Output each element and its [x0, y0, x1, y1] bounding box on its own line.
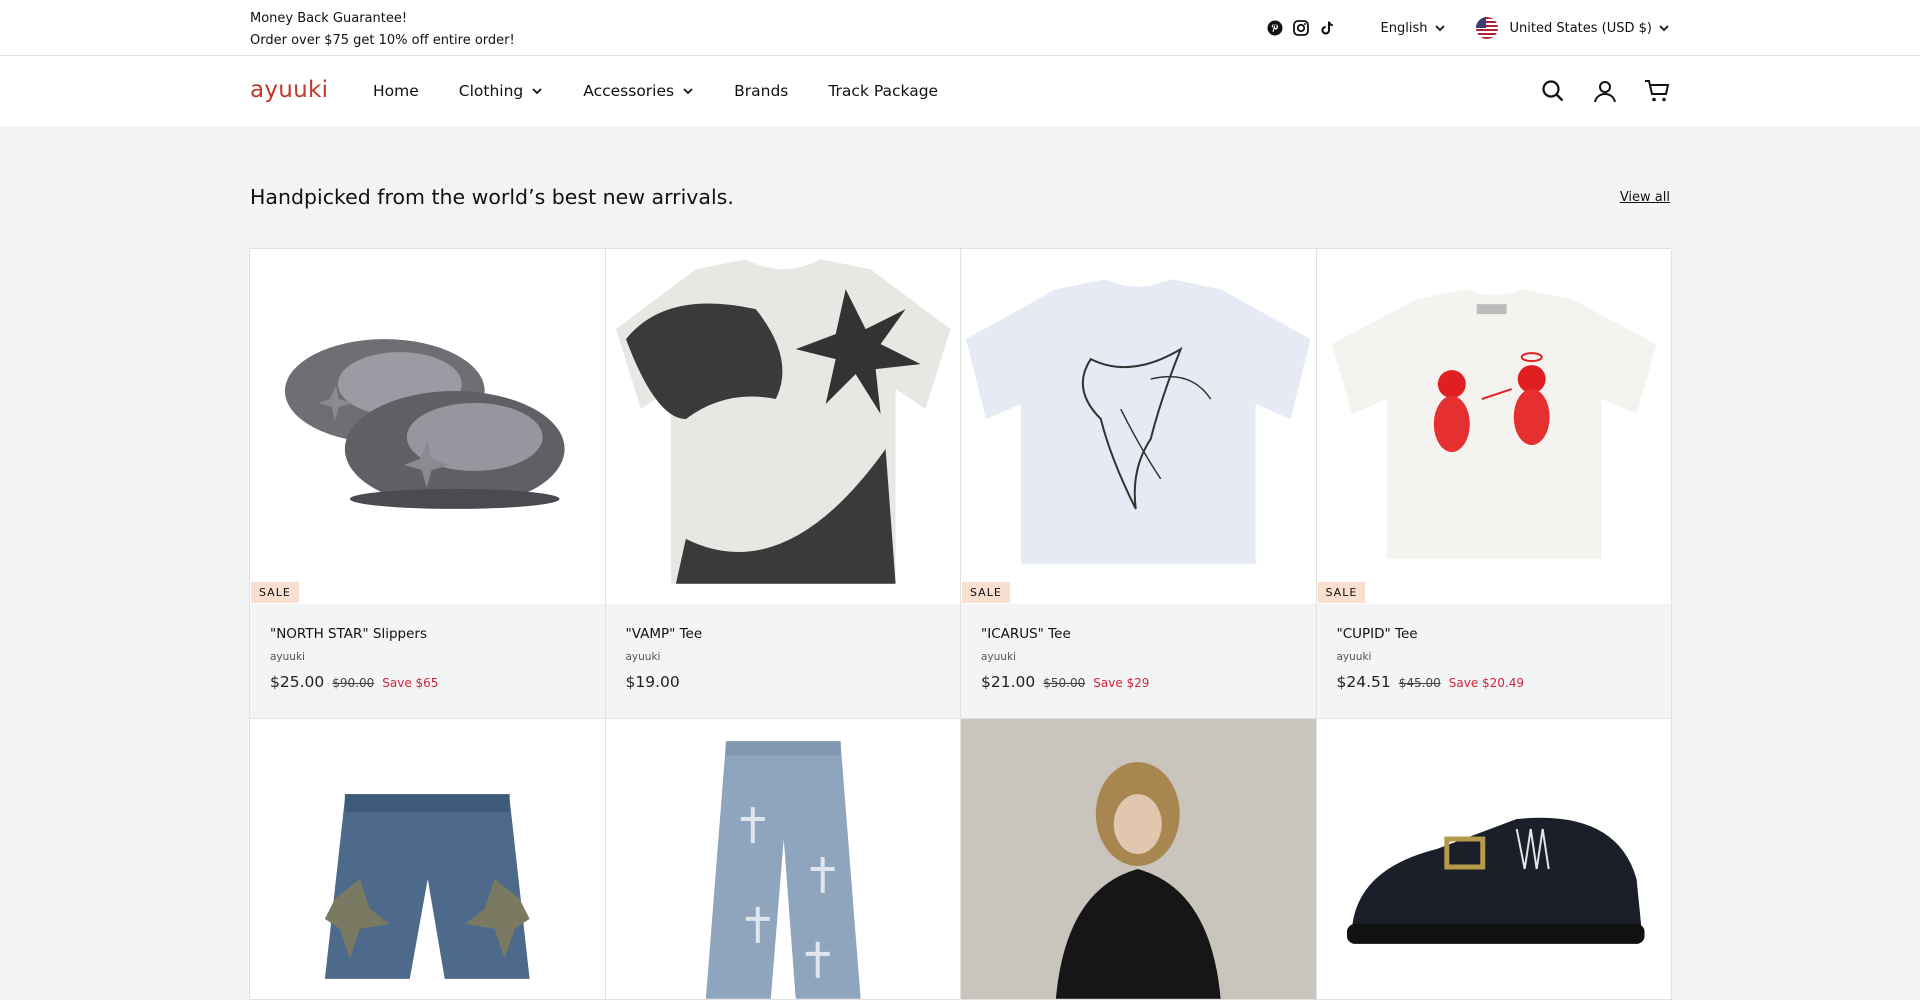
view-all-link[interactable]: View all — [1620, 190, 1670, 205]
top-utilities: English United States (USD $) — [1267, 0, 1670, 56]
product-price: $19.00 — [625, 673, 680, 691]
announcement-bar: Money Back Guarantee! Order over $75 get… — [0, 0, 1920, 56]
chevron-down-icon — [1434, 25, 1445, 32]
save-amount: Save $65 — [382, 676, 439, 690]
nav-item-track-package[interactable]: Track Package — [828, 82, 938, 100]
product-vendor: ayuuki — [270, 651, 305, 663]
social-links — [1267, 20, 1335, 36]
product-card[interactable] — [1316, 719, 1672, 1000]
product-image[interactable] — [1316, 719, 1671, 999]
instagram-icon[interactable] — [1292, 20, 1309, 36]
compare-price: $45.00 — [1398, 676, 1441, 690]
pinterest-icon[interactable] — [1267, 20, 1283, 36]
nav-label: Accessories — [583, 82, 675, 100]
product-prices: $21.00 $50.00 Save $29 — [981, 673, 1296, 691]
nav-label: Clothing — [458, 82, 524, 100]
save-amount: Save $20.49 — [1448, 676, 1525, 690]
product-image[interactable]: SALE — [1316, 249, 1671, 604]
section-title: Handpicked from the world’s best new arr… — [250, 185, 734, 209]
product-prices: $24.51 $45.00 Save $20.49 — [1337, 673, 1652, 691]
product-info: "VAMP" Tee ayuuki $19.00 — [606, 604, 961, 718]
product-image[interactable] — [250, 719, 605, 999]
announcement-messages: Money Back Guarantee! Order over $75 get… — [250, 8, 515, 52]
search-icon[interactable] — [1540, 78, 1566, 104]
sale-badge: SALE — [962, 582, 1010, 603]
nav-item-accessories[interactable]: Accessories — [583, 82, 694, 100]
main-header: ayuuki Home Clothing Accessories Brands … — [0, 56, 1920, 126]
product-vendor: ayuuki — [1336, 651, 1372, 663]
product-card[interactable] — [250, 719, 606, 1000]
product-grid: SALE "NORTH STAR" Slippers ayuuki $25.00… — [249, 248, 1672, 1000]
product-image[interactable]: SALE — [961, 249, 1316, 604]
product-name[interactable]: "NORTH STAR" Slippers — [270, 626, 585, 642]
announcement-line-1: Money Back Guarantee! — [250, 11, 408, 26]
product-image[interactable]: SALE — [250, 249, 605, 604]
product-card[interactable]: SALE "NORTH STAR" Slippers ayuuki $25.00… — [250, 249, 606, 719]
product-price: $25.00 — [270, 673, 325, 691]
product-image[interactable] — [605, 719, 960, 999]
product-name[interactable]: "VAMP" Tee — [626, 626, 941, 642]
product-name[interactable]: "ICARUS" Tee — [981, 626, 1296, 642]
product-card[interactable] — [605, 719, 961, 1000]
compare-price: $90.00 — [332, 676, 375, 690]
product-card[interactable] — [961, 719, 1317, 1000]
sale-badge: SALE — [1317, 582, 1366, 603]
product-vendor: ayuuki — [625, 651, 661, 663]
save-amount: Save $29 — [1093, 676, 1150, 690]
product-prices: $25.00 $90.00 Save $65 — [270, 673, 585, 691]
site-logo[interactable]: ayuuki — [250, 77, 328, 103]
header-icons — [1540, 56, 1670, 126]
announcement-line-2: Order over $75 get 10% off entire order! — [250, 33, 515, 48]
main-navigation: Home Clothing Accessories Brands Track P… — [373, 56, 938, 126]
product-info: "NORTH STAR" Slippers ayuuki $25.00 $90.… — [250, 604, 605, 718]
compare-price: $50.00 — [1043, 676, 1086, 690]
product-name[interactable]: "CUPID" Tee — [1337, 626, 1652, 642]
currency-selector[interactable]: United States (USD $) — [1475, 17, 1671, 39]
nav-item-clothing[interactable]: Clothing — [459, 82, 543, 100]
product-card[interactable]: "VAMP" Tee ayuuki $19.00 — [605, 249, 961, 719]
nav-item-brands[interactable]: Brands — [734, 82, 788, 100]
chevron-down-icon — [1659, 25, 1669, 32]
product-vendor: ayuuki — [981, 651, 1016, 663]
product-image[interactable] — [961, 719, 1316, 999]
language-selector[interactable]: English — [1381, 21, 1446, 36]
currency-label: United States (USD $) — [1509, 20, 1653, 36]
nav-label: Track Package — [828, 82, 939, 100]
us-flag-icon — [1475, 17, 1498, 39]
tiktok-icon[interactable] — [1319, 20, 1335, 36]
nav-label: Home — [373, 82, 419, 100]
sale-badge: SALE — [251, 582, 299, 603]
product-price: $21.00 — [981, 673, 1036, 691]
collection-header: Handpicked from the world’s best new arr… — [0, 126, 1920, 252]
product-info: "CUPID" Tee ayuuki $24.51 $45.00 Save $2… — [1317, 604, 1672, 718]
chevron-down-icon — [532, 88, 542, 95]
product-card[interactable]: SALE "ICARUS" Tee ayuuki $21.00 $50.00 S… — [961, 249, 1317, 719]
product-price: $24.51 — [1336, 673, 1391, 691]
nav-item-home[interactable]: Home — [373, 82, 419, 100]
product-card[interactable]: SALE "CUPID" Tee ayuuki $24.51 $45.00 Sa… — [1316, 249, 1672, 719]
language-label: English — [1380, 20, 1428, 36]
product-info: "ICARUS" Tee ayuuki $21.00 $50.00 Save $… — [961, 604, 1316, 718]
product-prices: $19.00 — [626, 673, 941, 691]
product-image[interactable] — [605, 249, 960, 604]
account-icon[interactable] — [1592, 78, 1618, 104]
cart-icon[interactable] — [1644, 78, 1670, 104]
nav-label: Brands — [734, 82, 789, 100]
chevron-down-icon — [683, 88, 693, 95]
